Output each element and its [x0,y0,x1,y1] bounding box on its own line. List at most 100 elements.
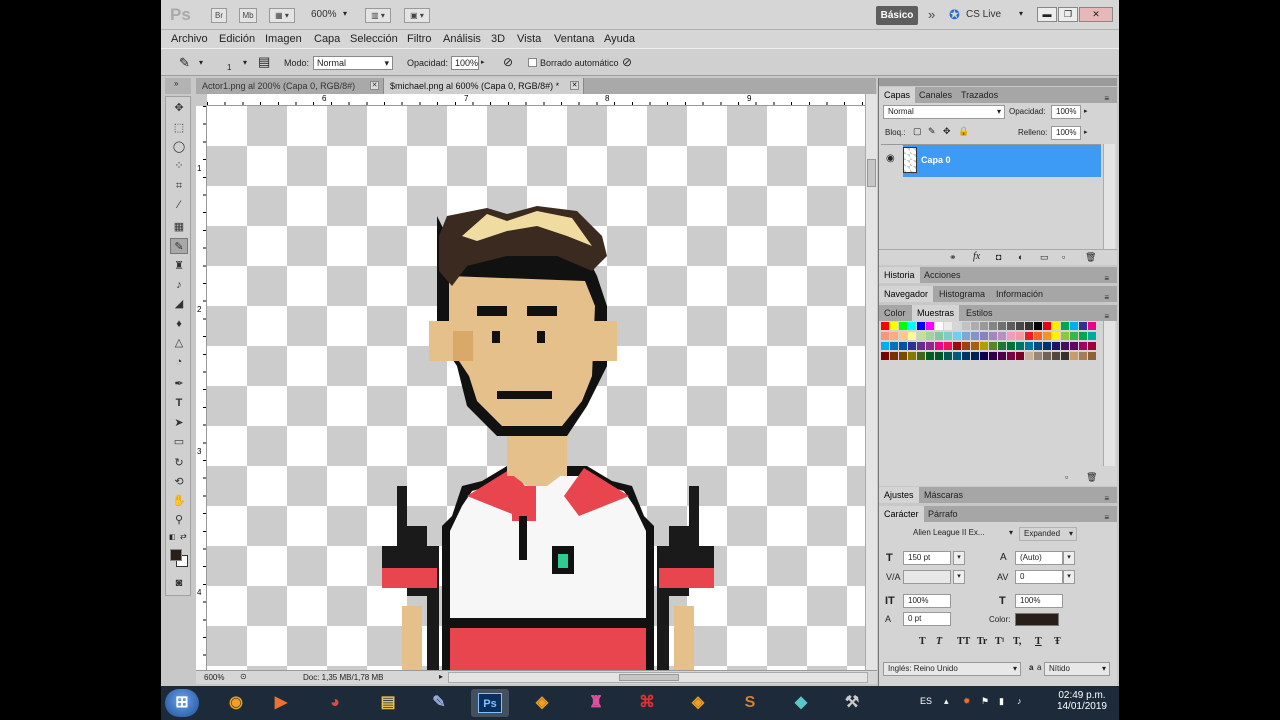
tab-muestras[interactable]: Muestras [912,305,960,321]
tab-ajustes[interactable]: Ajustes [879,487,919,503]
antialias-select[interactable]: Nítido ▾ [1044,662,1110,676]
swatch-cell[interactable] [917,342,925,350]
swatch-cell[interactable] [1061,342,1069,350]
vertical-scale-input[interactable]: 100% [903,594,951,608]
history-panel-menu-icon[interactable]: ≡ [1099,271,1114,287]
clone-stamp-tool-icon[interactable]: ♜ [170,258,188,274]
blend-mode-select[interactable]: Normal ▾ [883,105,1005,119]
underline-button[interactable]: T [1035,636,1042,647]
swatch-cell[interactable] [1088,352,1096,360]
opacity-input[interactable]: 100% [451,56,479,70]
swatch-grid[interactable] [881,322,1101,382]
hand-tool-icon[interactable]: ✋ [170,493,188,509]
swatch-cell[interactable] [908,342,916,350]
language-select[interactable]: Inglés: Reino Unido ▾ [883,662,1021,676]
baseline-shift-input[interactable]: 0 pt [903,612,951,626]
tab-mascaras[interactable]: Máscaras [919,487,968,503]
media-player-icon[interactable]: ▶ [262,689,300,717]
swatch-cell[interactable] [917,352,925,360]
marquee-tool-icon[interactable]: ⬚ [170,120,188,136]
new-swatch-icon[interactable]: ▫ [1065,472,1068,482]
acrobat-icon[interactable]: ⌘ [628,689,666,717]
swatch-cell[interactable] [998,342,1006,350]
swatch-cell[interactable] [944,322,952,330]
3d-orbit-tool-icon[interactable]: ⟲ [170,474,188,490]
strikethrough-button[interactable]: Ŧ [1054,636,1061,647]
adjustments-panel-menu-icon[interactable]: ≡ [1099,491,1114,507]
swatch-cell[interactable] [890,342,898,350]
workspace-basico-button[interactable]: Básico [876,6,918,25]
all-caps-button[interactable]: TT [957,636,970,647]
menu-imagen[interactable]: Imagen [265,33,302,45]
healing-brush-tool-icon[interactable]: ▦ [170,219,188,235]
swatch-cell[interactable] [1007,332,1015,340]
swatch-cell[interactable] [881,352,889,360]
swatch-cell[interactable] [935,322,943,330]
new-group-icon[interactable]: ▭ [1040,252,1049,263]
swatch-cell[interactable] [1016,322,1024,330]
swatches-scrollbar[interactable] [1103,321,1115,466]
eraser-tool-icon[interactable]: ◢ [170,296,188,312]
tab-trazados[interactable]: Trazados [956,87,1003,103]
swatch-cell[interactable] [881,342,889,350]
opacity-slider-arrow-icon[interactable]: ▸ [481,58,485,66]
swatch-cell[interactable] [980,342,988,350]
leading-arrow-icon[interactable]: ▾ [1063,551,1075,565]
swatch-cell[interactable] [1034,332,1042,340]
swatch-cell[interactable] [890,352,898,360]
layer-name[interactable]: Capa 0 [921,155,951,165]
swatch-cell[interactable] [926,342,934,350]
shape-tool-icon[interactable]: ▭ [170,434,188,450]
layer-opacity-input[interactable]: 100% [1051,105,1081,119]
swatch-cell[interactable] [1079,322,1087,330]
type-tool-icon[interactable]: T [170,395,188,411]
status-options-icon[interactable]: ⊙ [240,672,247,681]
volume-icon[interactable]: ♪ [1017,696,1022,706]
system-clock[interactable]: 02:49 p.m. 14/01/2019 [1057,690,1107,712]
pressure-opacity-icon[interactable]: ⊘ [503,55,513,69]
faux-italic-button[interactable]: T [936,636,942,647]
font-family-select[interactable]: Alien League II Ex... ▾ [909,527,1013,541]
document-canvas[interactable] [207,106,865,670]
pressure-size-icon[interactable]: ⊘ [622,55,632,69]
swatch-cell[interactable] [1061,332,1069,340]
swatch-cell[interactable] [971,332,979,340]
kerning-input[interactable] [903,570,951,584]
faux-bold-button[interactable]: T [919,636,926,647]
language-indicator[interactable]: ES [920,696,932,706]
history-brush-tool-icon[interactable]: ♪ [170,277,188,293]
leading-input[interactable]: (Auto) [1015,551,1063,565]
minimize-button[interactable]: ▬ [1037,7,1057,22]
swatch-cell[interactable] [935,332,943,340]
swatch-cell[interactable] [989,352,997,360]
status-zoom[interactable]: 600% [204,673,224,682]
tray-app-icon[interactable]: ✹ [963,696,971,707]
pen-tool-icon[interactable]: ✒ [170,376,188,392]
swatch-cell[interactable] [1034,322,1042,330]
layer-visibility-eye-icon[interactable]: ◉ [886,153,895,164]
swatch-cell[interactable] [944,332,952,340]
vertical-scrollbar[interactable] [865,94,877,670]
delete-swatch-icon[interactable]: 🗑 [1086,472,1097,483]
swatch-cell[interactable] [1043,322,1051,330]
swatch-cell[interactable] [1016,332,1024,340]
swatch-cell[interactable] [926,322,934,330]
swatch-cell[interactable] [1070,352,1078,360]
tools-icon[interactable]: ⚒ [833,689,871,717]
default-colors-icon[interactable]: ◧ [169,533,176,541]
kerning-arrow-icon[interactable]: ▾ [953,570,965,584]
tab-histograma[interactable]: Histograma [934,286,990,302]
text-color-swatch[interactable] [1015,613,1059,626]
delete-layer-icon[interactable]: 🗑 [1085,252,1096,263]
status-menu-arrow-icon[interactable]: ▸ [439,672,443,681]
horizontal-scrollbar[interactable] [448,672,868,683]
fruity-loops-2-icon[interactable]: ◈ [679,689,717,717]
swatch-cell[interactable] [1007,322,1015,330]
tab-actor1[interactable]: Actor1.png al 200% (Capa 0, RGB/8#) ✕ [196,78,384,94]
start-button[interactable]: ⊞ [165,689,199,717]
swatch-cell[interactable] [989,322,997,330]
layer-style-icon[interactable]: fx [973,251,980,262]
menu-edicion[interactable]: Edición [219,33,255,45]
lock-all-icon[interactable]: 🔒 [958,126,969,137]
swatch-cell[interactable] [962,342,970,350]
